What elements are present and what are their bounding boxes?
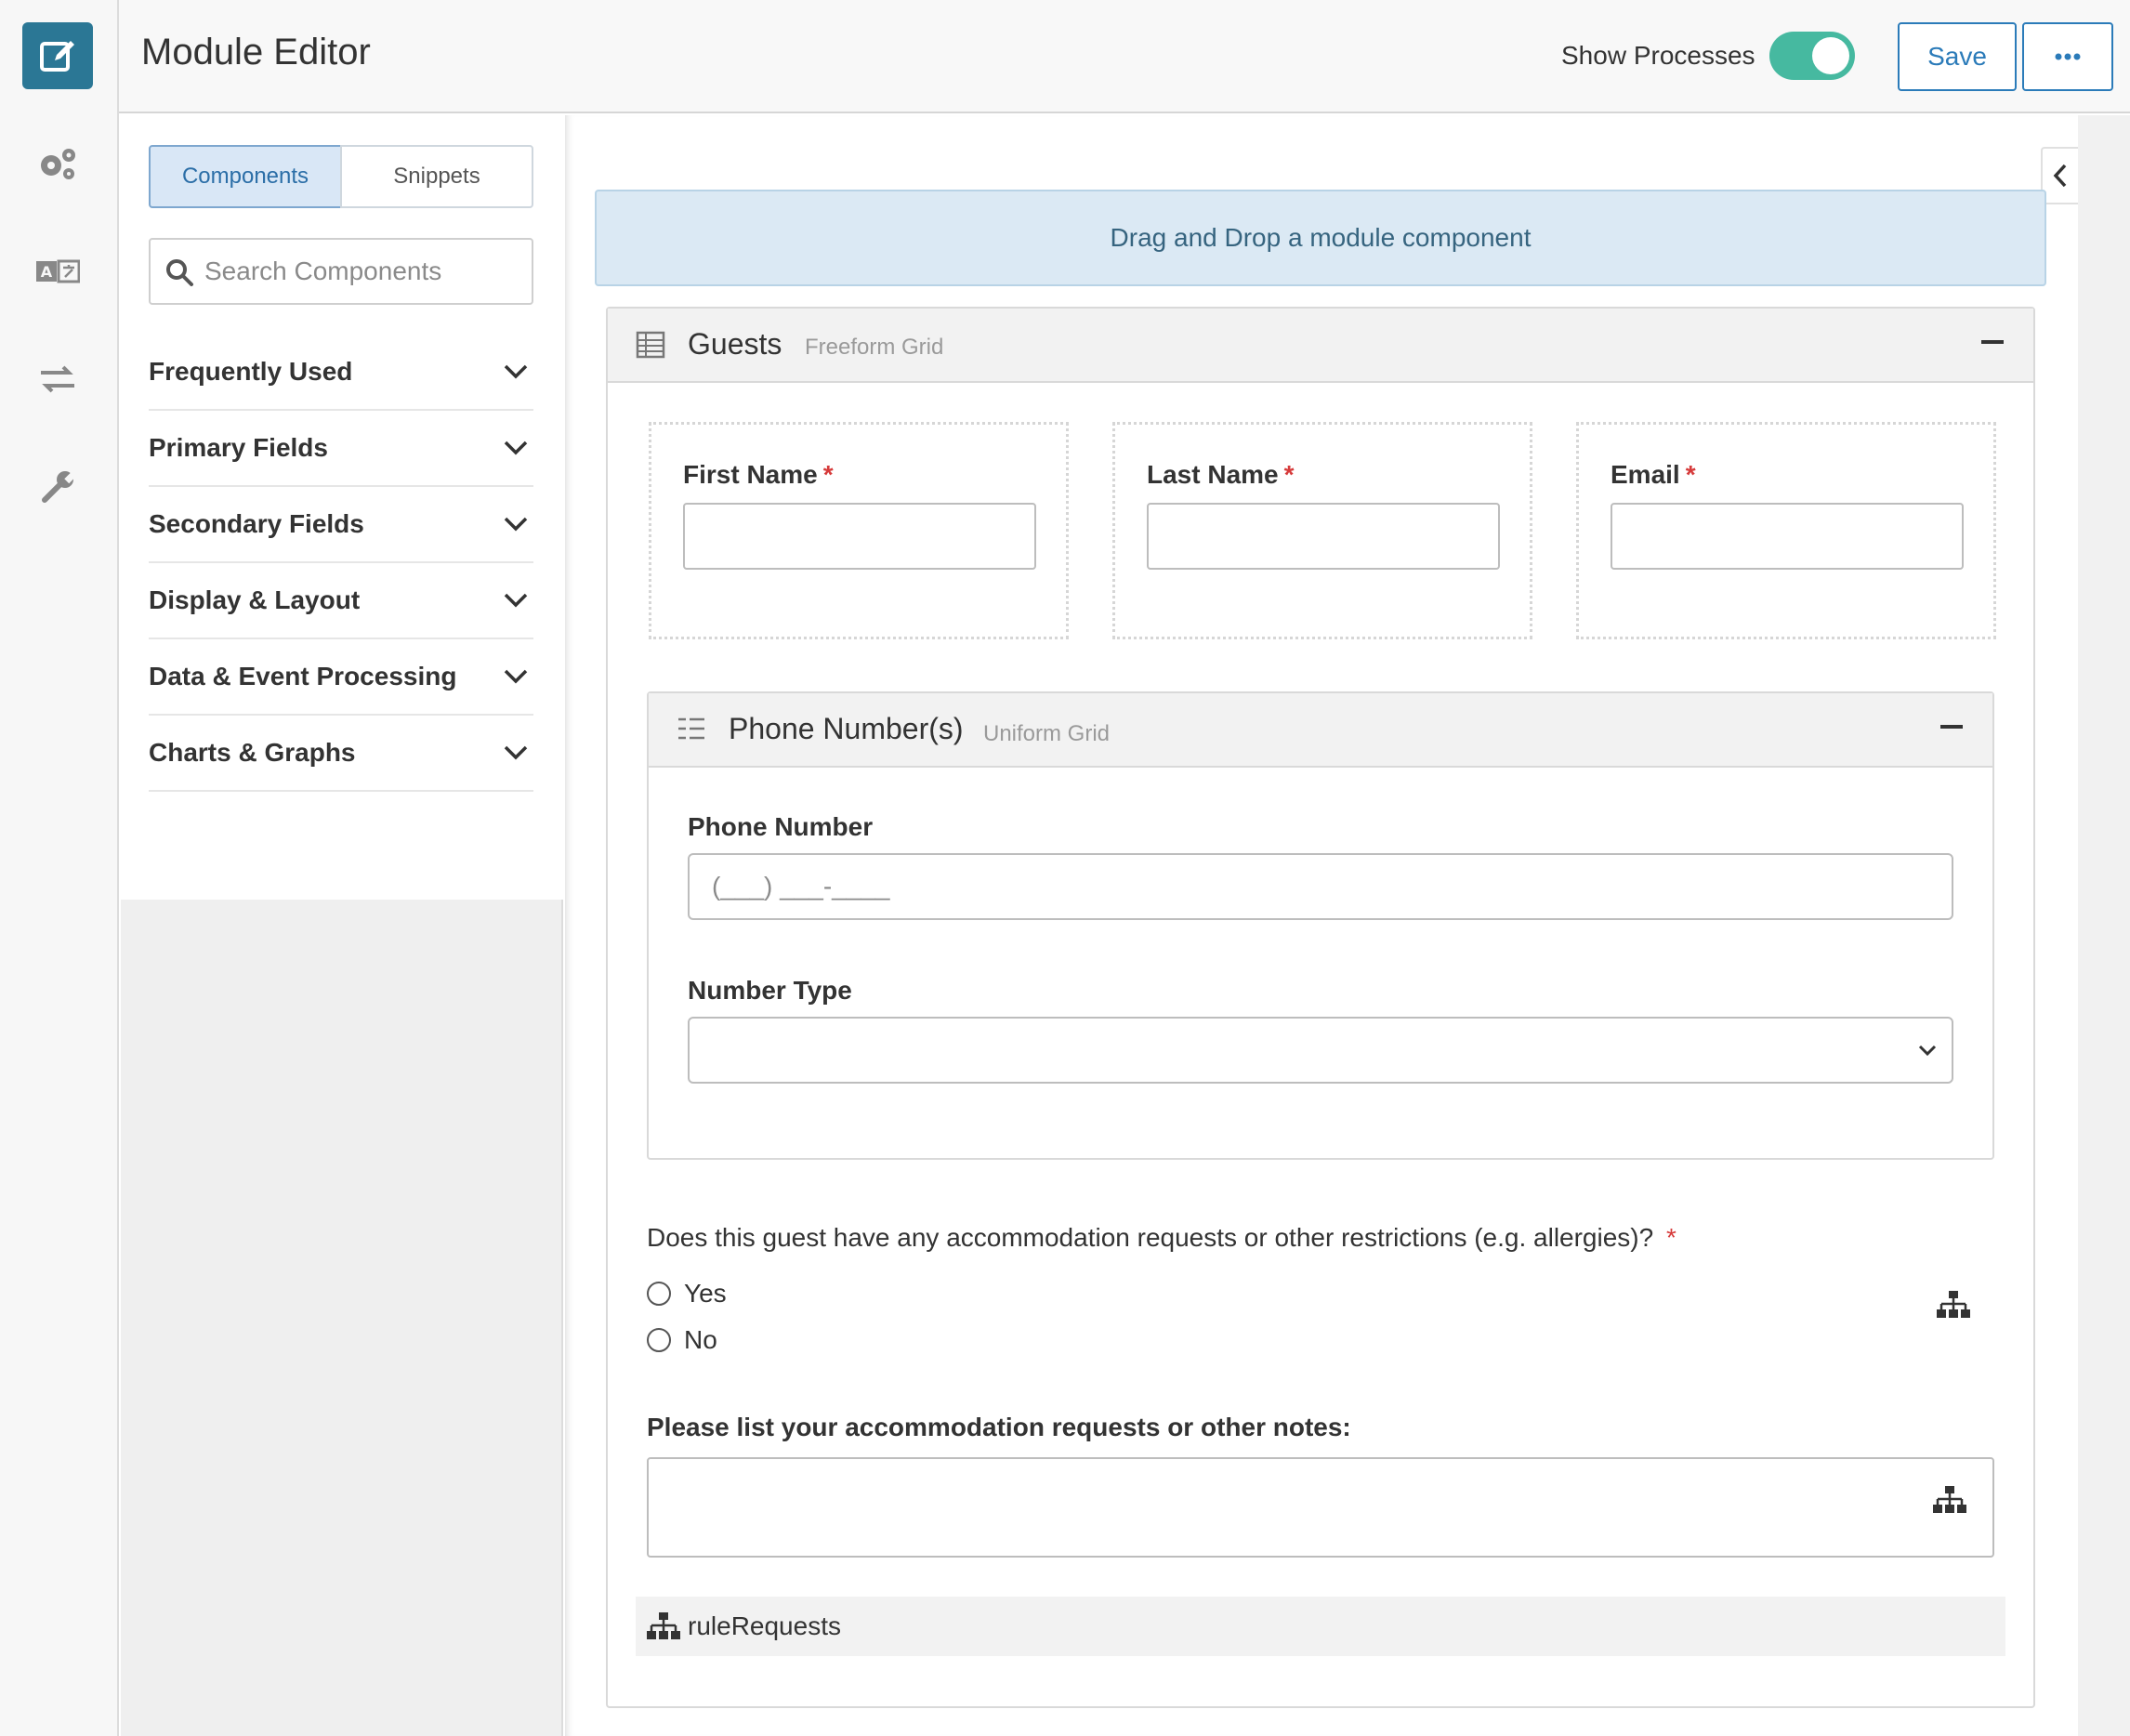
chevron-down-icon [504, 593, 528, 608]
radio-yes-label: Yes [684, 1279, 727, 1308]
category-display-layout[interactable]: Display & Layout [149, 563, 533, 639]
hierarchy-icon[interactable] [1933, 1485, 1966, 1515]
chevron-left-icon [2053, 164, 2067, 188]
category-data-event-processing[interactable]: Data & Event Processing [149, 639, 533, 716]
number-type-label: Number Type [688, 976, 852, 1005]
collapse-guests-icon[interactable] [1981, 340, 2004, 344]
category-secondary-fields[interactable]: Secondary Fields [149, 487, 533, 563]
first-name-input[interactable] [683, 503, 1036, 570]
notes-textarea[interactable] [647, 1457, 1994, 1558]
icon-rail: A [0, 0, 119, 1736]
chevron-down-icon [504, 517, 528, 532]
chevron-down-icon [504, 669, 528, 684]
last-name-label: Last Name * [1147, 460, 1295, 489]
email-input[interactable] [1611, 503, 1964, 570]
field-cell-email: Email * [1576, 422, 1996, 639]
rule-bar[interactable]: ruleRequests [636, 1597, 2005, 1656]
field-cell-first-name: First Name * [649, 422, 1069, 639]
phone-numbers-type: Uniform Grid [983, 721, 1111, 746]
settings-icon[interactable] [22, 130, 93, 197]
search-box [149, 238, 533, 305]
swap-icon[interactable] [22, 346, 93, 413]
category-list: Frequently Used Primary Fields Secondary… [121, 335, 563, 900]
field-cell-last-name: Last Name * [1112, 422, 1532, 639]
toggle-knob [1812, 37, 1849, 74]
accommodation-question: Does this guest have any accommodation r… [647, 1223, 1676, 1252]
category-label: Frequently Used [149, 357, 353, 386]
show-processes-toggle[interactable] [1769, 32, 1855, 80]
show-processes-label: Show Processes [1561, 41, 1755, 70]
category-primary-fields[interactable]: Primary Fields [149, 411, 533, 487]
phone-numbers-header[interactable]: Phone Number(s) Uniform Grid [649, 693, 1992, 768]
more-options-button[interactable] [2022, 22, 2113, 91]
radio-circle[interactable] [647, 1328, 671, 1352]
category-label: Data & Event Processing [149, 662, 457, 690]
category-frequently-used[interactable]: Frequently Used [149, 335, 533, 411]
radio-no[interactable]: No [647, 1325, 717, 1355]
top-header: Module Editor Show Processes Save [119, 0, 2130, 113]
wrench-icon[interactable] [22, 454, 93, 520]
radio-yes[interactable]: Yes [647, 1279, 727, 1309]
translate-icon[interactable]: A [22, 238, 93, 305]
sidebar-top: Components Snippets [121, 115, 563, 335]
category-label: Display & Layout [149, 585, 361, 614]
chevron-down-icon [504, 745, 528, 760]
category-label: Charts & Graphs [149, 738, 356, 767]
hierarchy-icon[interactable] [1937, 1290, 1970, 1320]
chevron-down-icon [1918, 1045, 1937, 1057]
guests-header[interactable]: Guests Freeform Grid [608, 309, 2033, 383]
radio-no-label: No [684, 1325, 717, 1354]
rule-name: ruleRequests [688, 1611, 841, 1640]
tab-components[interactable]: Components [149, 145, 342, 208]
edit-icon[interactable] [22, 22, 93, 89]
hierarchy-icon [647, 1612, 680, 1639]
category-label: Primary Fields [149, 433, 328, 462]
component-sidebar: Components Snippets Frequently Used Prim… [121, 115, 563, 1736]
chevron-down-icon [504, 441, 528, 455]
phone-number-input[interactable]: (___) ___-____ [688, 853, 1953, 920]
phone-numbers-grid: Phone Number(s) Uniform Grid Phone Numbe… [647, 691, 1994, 1160]
radio-circle[interactable] [647, 1282, 671, 1306]
chevron-down-icon [504, 364, 528, 379]
tab-snippets[interactable]: Snippets [340, 145, 533, 208]
collapse-phone-icon[interactable] [1940, 725, 1963, 729]
table-icon [636, 331, 665, 359]
category-label: Secondary Fields [149, 509, 364, 538]
email-label: Email * [1611, 460, 1696, 489]
guests-title: Guests [688, 327, 782, 361]
collapse-panel-button[interactable] [2041, 147, 2078, 204]
search-input[interactable] [204, 251, 520, 292]
save-button[interactable]: Save [1898, 22, 2017, 91]
search-icon [166, 259, 193, 286]
page-title: Module Editor [141, 32, 371, 72]
right-panel-strip [2078, 115, 2130, 1736]
phone-numbers-title: Phone Number(s) [729, 712, 964, 745]
last-name-input[interactable] [1147, 503, 1500, 570]
phone-number-label: Phone Number [688, 812, 874, 841]
guests-type: Freeform Grid [805, 335, 944, 360]
drop-zone[interactable]: Drag and Drop a module component [595, 190, 2046, 286]
guests-grid: Guests Freeform Grid First Name * Last Na… [606, 307, 2035, 1708]
number-type-select[interactable] [688, 1017, 1953, 1084]
first-name-label: First Name * [683, 460, 834, 489]
list-icon [678, 717, 704, 740]
ellipsis-icon [2055, 53, 2081, 60]
category-charts-graphs[interactable]: Charts & Graphs [149, 716, 533, 792]
svg-text:A: A [41, 263, 53, 281]
notes-label: Please list your accommodation requests … [647, 1413, 1351, 1441]
